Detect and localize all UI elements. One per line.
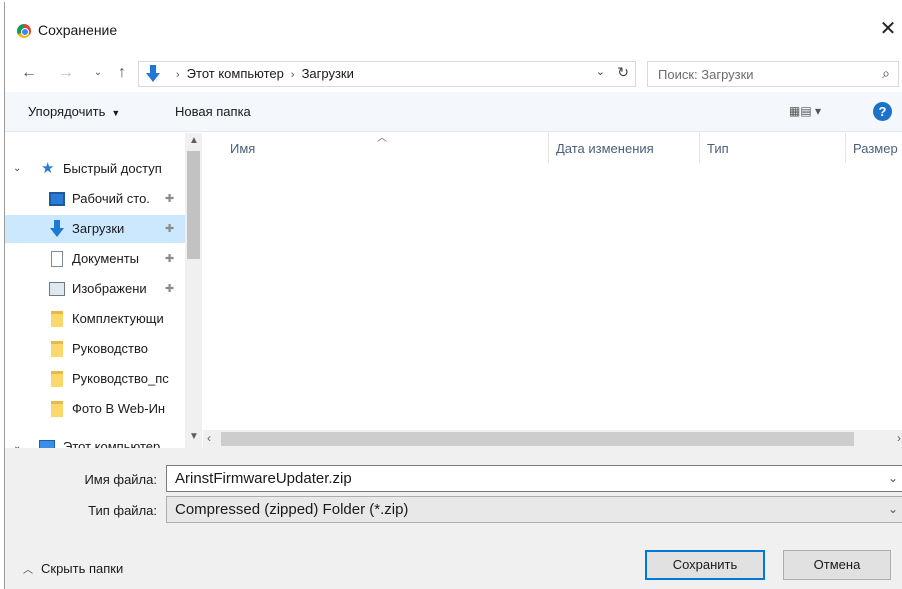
images-icon <box>49 282 65 296</box>
sort-ascending-icon: ︿ <box>377 133 387 144</box>
star-icon: ★ <box>41 160 55 177</box>
save-button[interactable]: Сохранить <box>645 550 765 580</box>
chevron-right-icon[interactable]: › <box>291 69 295 81</box>
refresh-icon[interactable]: ↻ <box>617 64 629 81</box>
tree-item-label: Рабочий сто. <box>72 191 150 206</box>
tree-item-documents[interactable]: Документы ✚ <box>5 245 185 273</box>
column-divider[interactable] <box>845 133 846 163</box>
save-dialog: Сохранение ✕ ← → ⌄ ↑ › Этот компьютер › Заг… <box>4 2 902 589</box>
title-bar: Сохранение ✕ <box>5 2 902 42</box>
pin-icon: ✚ <box>165 283 175 295</box>
tree-item-folder[interactable]: Комплектующи <box>5 305 185 333</box>
downloads-icon <box>146 65 160 82</box>
hide-folders-button[interactable]: ︿ Скрыть папки <box>23 561 123 576</box>
column-size[interactable]: Размер <box>853 141 898 156</box>
filetype-label: Тип файла: <box>88 503 157 518</box>
chevron-right-icon: › <box>176 69 180 81</box>
pin-icon: ✚ <box>165 253 175 265</box>
navigation-pane: ⌄ ★ Быстрый доступ Рабочий сто. ✚ Загруз… <box>5 133 200 450</box>
search-input[interactable]: Поиск: Загрузки <box>658 67 754 82</box>
address-bar[interactable]: › Этот компьютер › Загрузки ⌄ ↻ <box>138 61 636 87</box>
scroll-down-icon[interactable]: ▼ <box>189 431 199 442</box>
help-icon[interactable]: ? <box>873 102 892 121</box>
scroll-right-icon[interactable]: › <box>897 431 901 445</box>
filename-label: Имя файла: <box>84 472 157 487</box>
column-type[interactable]: Тип <box>707 141 729 156</box>
tree-item-folder[interactable]: Руководство <box>5 335 185 363</box>
navigation-scrollbar[interactable]: ▲ ▼ <box>185 133 202 450</box>
scroll-up-icon[interactable]: ▲ <box>189 135 199 146</box>
chevron-up-icon: ︿ <box>23 565 33 576</box>
filetype-select[interactable]: Compressed (zipped) Folder (*.zip) ⌄ <box>166 496 902 523</box>
tree-item-desktop[interactable]: Рабочий сто. ✚ <box>5 185 185 213</box>
column-name[interactable]: Имя <box>230 141 255 156</box>
save-form: Имя файла: ArinstFirmwareUpdater.zip ⌄ Т… <box>5 448 902 589</box>
up-button[interactable]: ↑ <box>112 62 132 84</box>
breadcrumb: › Этот компьютер › Загрузки <box>169 66 354 81</box>
forward-button[interactable]: → <box>57 62 75 84</box>
organize-label: Упорядочить <box>28 104 106 119</box>
tree-quick-access[interactable]: ⌄ ★ Быстрый доступ <box>5 155 185 183</box>
recent-locations-button[interactable]: ⌄ <box>91 62 105 84</box>
breadcrumb-downloads[interactable]: Загрузки <box>302 66 354 81</box>
tree-item-label: Фото В Web-Ин <box>72 401 166 416</box>
folder-icon <box>51 371 63 387</box>
address-row: ← → ⌄ ↑ › Этот компьютер › Загрузки ⌄ ↻ Пои… <box>5 58 902 88</box>
tree-item-label: Быстрый доступ <box>63 161 162 176</box>
horizontal-scrollbar[interactable]: ‹ › <box>203 430 902 448</box>
organize-button[interactable]: Упорядочить ▼ <box>28 104 120 119</box>
folder-icon <box>51 401 63 417</box>
tree-item-label: Изображени <box>72 281 147 296</box>
column-divider[interactable] <box>548 133 549 163</box>
chevron-down-icon[interactable]: ⌄ <box>596 65 605 78</box>
column-date-modified[interactable]: Дата изменения <box>556 141 654 156</box>
tree-item-label: Руководство_пс <box>72 371 169 386</box>
chevron-down-icon[interactable]: ⌄ <box>888 502 898 516</box>
column-divider[interactable] <box>699 133 700 163</box>
tree-item-label: Комплектующи <box>72 311 164 326</box>
hide-folders-label: Скрыть папки <box>41 561 124 576</box>
filename-field[interactable]: ArinstFirmwareUpdater.zip ⌄ <box>166 465 902 492</box>
tree-item-folder[interactable]: Фото В Web-Ин <box>5 395 185 423</box>
filetype-value: Compressed (zipped) Folder (*.zip) <box>175 501 409 518</box>
filename-value[interactable]: ArinstFirmwareUpdater.zip <box>175 470 352 487</box>
tree-item-folder[interactable]: Руководство_пс <box>5 365 185 393</box>
new-folder-button[interactable]: Новая папка <box>175 104 251 119</box>
chevron-down-icon[interactable]: ⌄ <box>13 155 21 183</box>
breadcrumb-this-pc[interactable]: Этот компьютер <box>187 66 284 81</box>
desktop-icon <box>49 192 65 206</box>
scroll-left-icon[interactable]: ‹ <box>207 431 211 445</box>
folder-icon <box>51 341 63 357</box>
scrollbar-thumb[interactable] <box>221 432 854 446</box>
close-button[interactable]: ✕ <box>873 16 902 42</box>
scrollbar-thumb[interactable] <box>187 151 200 259</box>
tree-item-label: Документы <box>72 251 140 266</box>
tree-item-label: Руководство <box>72 341 148 356</box>
command-bar: Упорядочить ▼ Новая папка ▦▤ ▾ ? <box>5 92 902 132</box>
search-box[interactable]: Поиск: Загрузки ⌕ <box>647 61 899 87</box>
back-button[interactable]: ← <box>19 62 39 84</box>
downloads-icon <box>50 220 64 237</box>
window-title: Сохранение <box>38 22 118 38</box>
chevron-down-icon[interactable]: ⌄ <box>888 471 898 485</box>
view-options-icon[interactable]: ▦▤ ▾ <box>789 104 821 118</box>
folder-icon <box>51 311 63 327</box>
chrome-icon <box>17 24 31 38</box>
search-icon[interactable]: ⌕ <box>882 65 890 82</box>
tree-item-downloads[interactable]: Загрузки ✚ <box>5 215 185 243</box>
caret-down-icon: ▼ <box>111 108 121 118</box>
tree-item-label: Загрузки <box>72 221 125 236</box>
tree-item-images[interactable]: Изображени ✚ <box>5 275 185 303</box>
pin-icon: ✚ <box>165 223 175 235</box>
documents-icon <box>51 251 63 267</box>
file-list[interactable]: ︿ Имя Дата изменения Тип Размер <box>203 133 902 432</box>
pin-icon: ✚ <box>165 193 175 205</box>
cancel-button[interactable]: Отмена <box>783 550 891 580</box>
